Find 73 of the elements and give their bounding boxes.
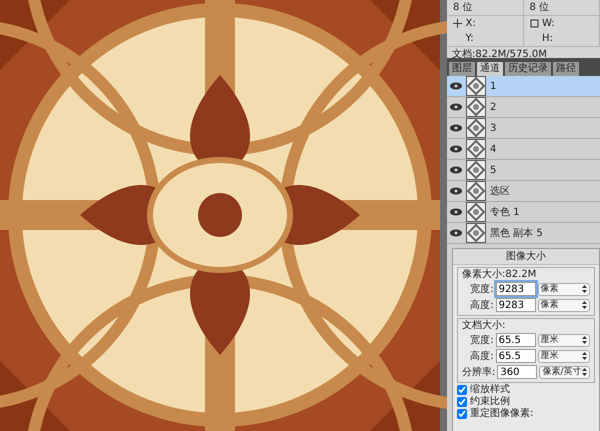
unit-dropdown[interactable]: 像素/英寸 [539, 366, 590, 378]
document-size-text: 文档:82.2M/575.0M [452, 49, 547, 60]
crosshair-icon [453, 18, 462, 28]
panel-tab[interactable]: 通道 [477, 62, 503, 76]
unit-dropdown[interactable]: 像素 [538, 282, 590, 296]
number-input[interactable]: 65.5 [496, 349, 536, 363]
eye-icon[interactable] [450, 208, 462, 216]
channel-name: 黑色 副本 5 [490, 226, 543, 240]
unit-dropdown[interactable]: 像素 [538, 298, 590, 312]
channel-thumbnail-icon [466, 223, 486, 243]
coordinate-label: X: [466, 17, 476, 31]
panel-tab[interactable]: 图层 [449, 62, 475, 76]
channel-row[interactable]: 2 [447, 97, 600, 118]
channel-row[interactable]: 3 [447, 118, 600, 139]
dropdown-arrows-icon [582, 301, 587, 309]
panel-tab[interactable]: 路径 [553, 62, 579, 76]
unit-dropdown[interactable]: 厘米 [538, 350, 590, 362]
eye-icon[interactable] [450, 187, 462, 195]
dropdown-arrows-icon [582, 368, 587, 376]
field-label: 分辨率: [462, 366, 496, 380]
dropdown-arrows-icon [582, 352, 587, 360]
number-input[interactable]: 9283 [496, 282, 536, 296]
coordinate-label: Y: [466, 32, 474, 46]
checkbox[interactable] [457, 385, 467, 395]
eye-icon[interactable] [450, 124, 462, 132]
bit-depth-text: 8 位 [453, 1, 473, 15]
unit-dropdown[interactable]: 厘米 [538, 334, 590, 346]
eye-icon[interactable] [450, 82, 462, 90]
group-legend: 文档大小: [462, 320, 590, 332]
eye-icon[interactable] [450, 229, 462, 237]
dropdown-arrows-icon [582, 285, 587, 293]
eye-icon[interactable] [450, 145, 462, 153]
number-input[interactable]: 65.5 [496, 333, 536, 347]
coordinate-label: W: [542, 17, 555, 31]
field-label: 高度: [469, 350, 494, 364]
bit-depth-text: 8 位 [530, 1, 550, 15]
frame-icon [530, 18, 538, 28]
checkbox[interactable] [457, 409, 467, 419]
coordinate-label: H: [542, 32, 553, 46]
number-input[interactable]: 360 [497, 365, 538, 379]
channel-thumbnail-icon [466, 118, 486, 138]
checkbox-label: 重定图像像素: [470, 408, 534, 420]
channel-thumbnail-icon [466, 97, 486, 117]
channel-row[interactable]: 专色 1 [447, 202, 600, 223]
channel-name: 专色 1 [490, 206, 520, 220]
channel-row[interactable]: 选区 [447, 181, 600, 202]
checkbox[interactable] [457, 397, 467, 407]
channel-row[interactable]: 1 [447, 76, 600, 97]
field-label: 高度: [469, 298, 494, 312]
channel-name: 2 [490, 100, 496, 114]
channel-name: 选区 [490, 184, 510, 198]
checkbox-label: 约束比例 [470, 396, 510, 408]
channel-row[interactable]: 5 [447, 160, 600, 181]
dialog-title: 图像大小 [453, 249, 599, 265]
checkbox-label: 缩放样式 [470, 384, 510, 396]
channel-name: 1 [490, 80, 496, 94]
group-legend: 像素大小:82.2M [462, 269, 590, 281]
field-label: 宽度: [469, 334, 494, 348]
channel-thumbnail-icon [466, 181, 486, 201]
eye-icon[interactable] [450, 103, 462, 111]
eye-icon[interactable] [450, 166, 462, 174]
channel-name: 3 [490, 122, 496, 136]
channel-thumbnail-icon [466, 202, 486, 222]
number-input[interactable]: 9283 [496, 298, 536, 312]
channel-thumbnail-icon [466, 160, 486, 180]
channel-row[interactable]: 黑色 副本 5 [447, 223, 600, 244]
dropdown-arrows-icon [582, 336, 587, 344]
panel-tab[interactable]: 历史记录 [505, 62, 551, 76]
field-label: 宽度: [469, 282, 494, 296]
channel-name: 4 [490, 142, 496, 156]
channel-name: 5 [490, 164, 496, 178]
channel-row[interactable]: 4 [447, 139, 600, 160]
channel-thumbnail-icon [466, 139, 486, 159]
